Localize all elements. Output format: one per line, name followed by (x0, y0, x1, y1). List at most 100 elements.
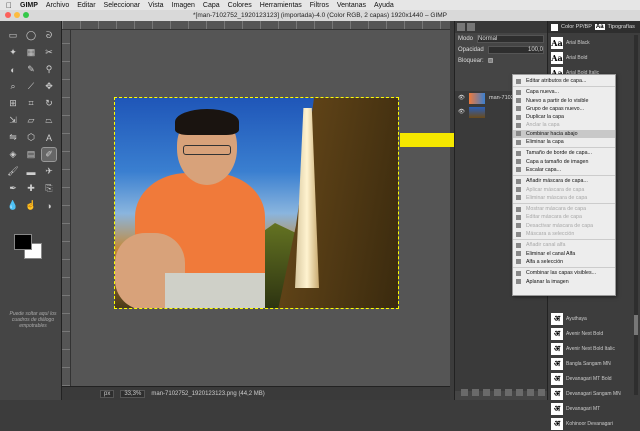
bucket-icon[interactable]: ◈ (6, 148, 20, 161)
clone-icon[interactable]: ⎘ (42, 182, 56, 195)
paths-icon[interactable]: ✎ (24, 63, 38, 76)
color-select-icon[interactable]: ▦ (24, 46, 38, 59)
mask-icon[interactable] (527, 389, 534, 396)
font-item[interactable]: अ Avenir Next Bold Italic (548, 341, 640, 356)
scissors-icon[interactable]: ✂ (42, 46, 56, 59)
airbrush-icon[interactable]: ✈ (42, 165, 56, 178)
font-item[interactable]: अ Devanagari Sangam MN (548, 386, 640, 401)
apple-icon[interactable]:  (6, 1, 12, 10)
blur-icon[interactable]: 💧 (6, 199, 20, 212)
app-menu[interactable]: GIMP (20, 2, 38, 9)
color-swatches[interactable] (14, 234, 44, 260)
measure-icon[interactable]: ⟋ (24, 80, 38, 93)
perspective-icon[interactable]: ⏢ (42, 114, 56, 127)
menu-item[interactable]: Capa nueva... (513, 88, 615, 96)
eye-icon[interactable]: 👁 (458, 109, 465, 115)
menu-item[interactable]: Eliminar la capa (513, 138, 615, 146)
scale-icon[interactable]: ⇲ (6, 114, 20, 127)
menu-ayuda[interactable]: Ayuda (374, 2, 394, 9)
font-item[interactable]: Aa Arial Bold (548, 50, 640, 65)
zoom-select[interactable]: 33,3% (120, 389, 146, 398)
scrollbar-thumb[interactable] (634, 315, 638, 335)
close-icon[interactable] (5, 12, 11, 18)
fonts-scrollbar[interactable] (634, 35, 638, 395)
menu-item[interactable]: Capa a tamaño de imagen (513, 158, 615, 166)
duplicate-icon[interactable] (505, 389, 512, 396)
rect-select-icon[interactable]: ▭ (6, 29, 20, 42)
menu-imagen[interactable]: Imagen (172, 2, 195, 9)
menu-ventanas[interactable]: Ventanas (337, 2, 366, 9)
gradient-icon[interactable]: ▤ (24, 148, 38, 161)
brush-icon[interactable]: 🖌 (6, 165, 20, 178)
image-canvas[interactable] (114, 97, 399, 309)
mode-select[interactable]: Normal (477, 34, 544, 43)
menu-item[interactable]: Escalar capa... (513, 166, 615, 174)
opacity-input[interactable]: 100,0 (487, 45, 544, 54)
pencil-icon[interactable]: ✐ (41, 147, 57, 162)
ruler-vertical[interactable] (62, 30, 71, 386)
zoom-icon[interactable]: ⌕ (6, 80, 20, 93)
lower-icon[interactable] (494, 389, 501, 396)
foreground-color[interactable] (14, 234, 32, 250)
eye-icon[interactable]: 👁 (458, 95, 465, 101)
lasso-icon[interactable]: ᘐ (42, 29, 56, 42)
menu-seleccionar[interactable]: Seleccionar (104, 2, 141, 9)
menu-item[interactable]: Alfa a selección (513, 258, 615, 266)
flip-icon[interactable]: ⇋ (6, 131, 20, 144)
foreground-select-icon[interactable]: ◐ (6, 63, 20, 76)
menu-item[interactable]: Añadir máscara de capa... (513, 177, 615, 185)
fonts-tab-icon[interactable]: Aa (594, 24, 605, 30)
font-item[interactable]: अ Ayuthaya (548, 311, 640, 326)
menu-filtros[interactable]: Filtros (310, 2, 329, 9)
raise-icon[interactable] (483, 389, 490, 396)
font-item[interactable]: अ Devanagari MT (548, 401, 640, 416)
menu-item[interactable]: Duplicar la capa (513, 113, 615, 121)
tab-color[interactable]: Color PP/BP (561, 24, 592, 30)
menu-capa[interactable]: Capa (203, 2, 220, 9)
channels-tab-icon[interactable] (467, 23, 475, 31)
color-picker-icon[interactable]: ⚲ (42, 63, 56, 76)
menu-editar[interactable]: Editar (77, 2, 95, 9)
ellipse-select-icon[interactable]: ◯ (24, 29, 38, 42)
wand-icon[interactable]: ✦ (6, 46, 20, 59)
font-item[interactable]: अ Avenir Next Bold (548, 326, 640, 341)
lock-pixels-icon[interactable]: ▨ (488, 57, 494, 64)
menu-item[interactable]: Grupo de capas nuevo... (513, 105, 615, 113)
ink-icon[interactable]: ✒ (6, 182, 20, 195)
rotate-icon[interactable]: ↻ (42, 97, 56, 110)
minimize-icon[interactable] (14, 12, 20, 18)
menu-item[interactable]: Eliminar el canal Alfa (513, 250, 615, 258)
dodge-icon[interactable]: ◑ (42, 199, 56, 212)
menu-item[interactable]: Combinar hacia abajo (513, 129, 615, 139)
menu-archivo[interactable]: Archivo (46, 2, 69, 9)
canvas-area[interactable] (71, 30, 450, 386)
menu-item[interactable]: Aplanar la imagen (513, 278, 615, 286)
ruler-horizontal[interactable] (62, 21, 450, 30)
move-icon[interactable]: ✥ (42, 80, 56, 93)
font-item[interactable]: Aa Arial Black (548, 35, 640, 50)
eraser-icon[interactable]: ▬ (24, 165, 38, 178)
anchor-icon[interactable] (516, 389, 523, 396)
menu-colores[interactable]: Colores (228, 2, 252, 9)
heal-icon[interactable]: ✚ (24, 182, 38, 195)
menu-item[interactable]: Tamaño de borde de capa... (513, 149, 615, 157)
cage-icon[interactable]: ⬡ (24, 131, 38, 144)
crop-icon[interactable]: ⌗ (24, 97, 38, 110)
layers-tab-icon[interactable] (457, 23, 465, 31)
font-item[interactable]: अ Bangla Sangam MN (548, 356, 640, 371)
menu-item[interactable]: Editar atributos de capa... (513, 77, 615, 85)
text-icon[interactable]: A (42, 131, 56, 144)
unit-select[interactable]: px (100, 389, 115, 398)
new-layer-icon[interactable] (461, 389, 468, 396)
smudge-icon[interactable]: ☝ (24, 199, 38, 212)
tab-fonts[interactable]: Tipografías (608, 24, 635, 30)
new-group-icon[interactable] (472, 389, 479, 396)
maximize-icon[interactable] (23, 12, 29, 18)
font-item[interactable]: अ Kohinoor Devanagari (548, 416, 640, 431)
color-tab-icon[interactable] (551, 23, 558, 31)
delete-icon[interactable] (538, 389, 545, 396)
font-item[interactable]: अ Devanagari MT Bold (548, 371, 640, 386)
menu-item[interactable]: Combinar las capas visibles... (513, 269, 615, 277)
menu-herramientas[interactable]: Herramientas (260, 2, 302, 9)
menu-item[interactable]: Nuevo a partir de lo visible (513, 97, 615, 105)
